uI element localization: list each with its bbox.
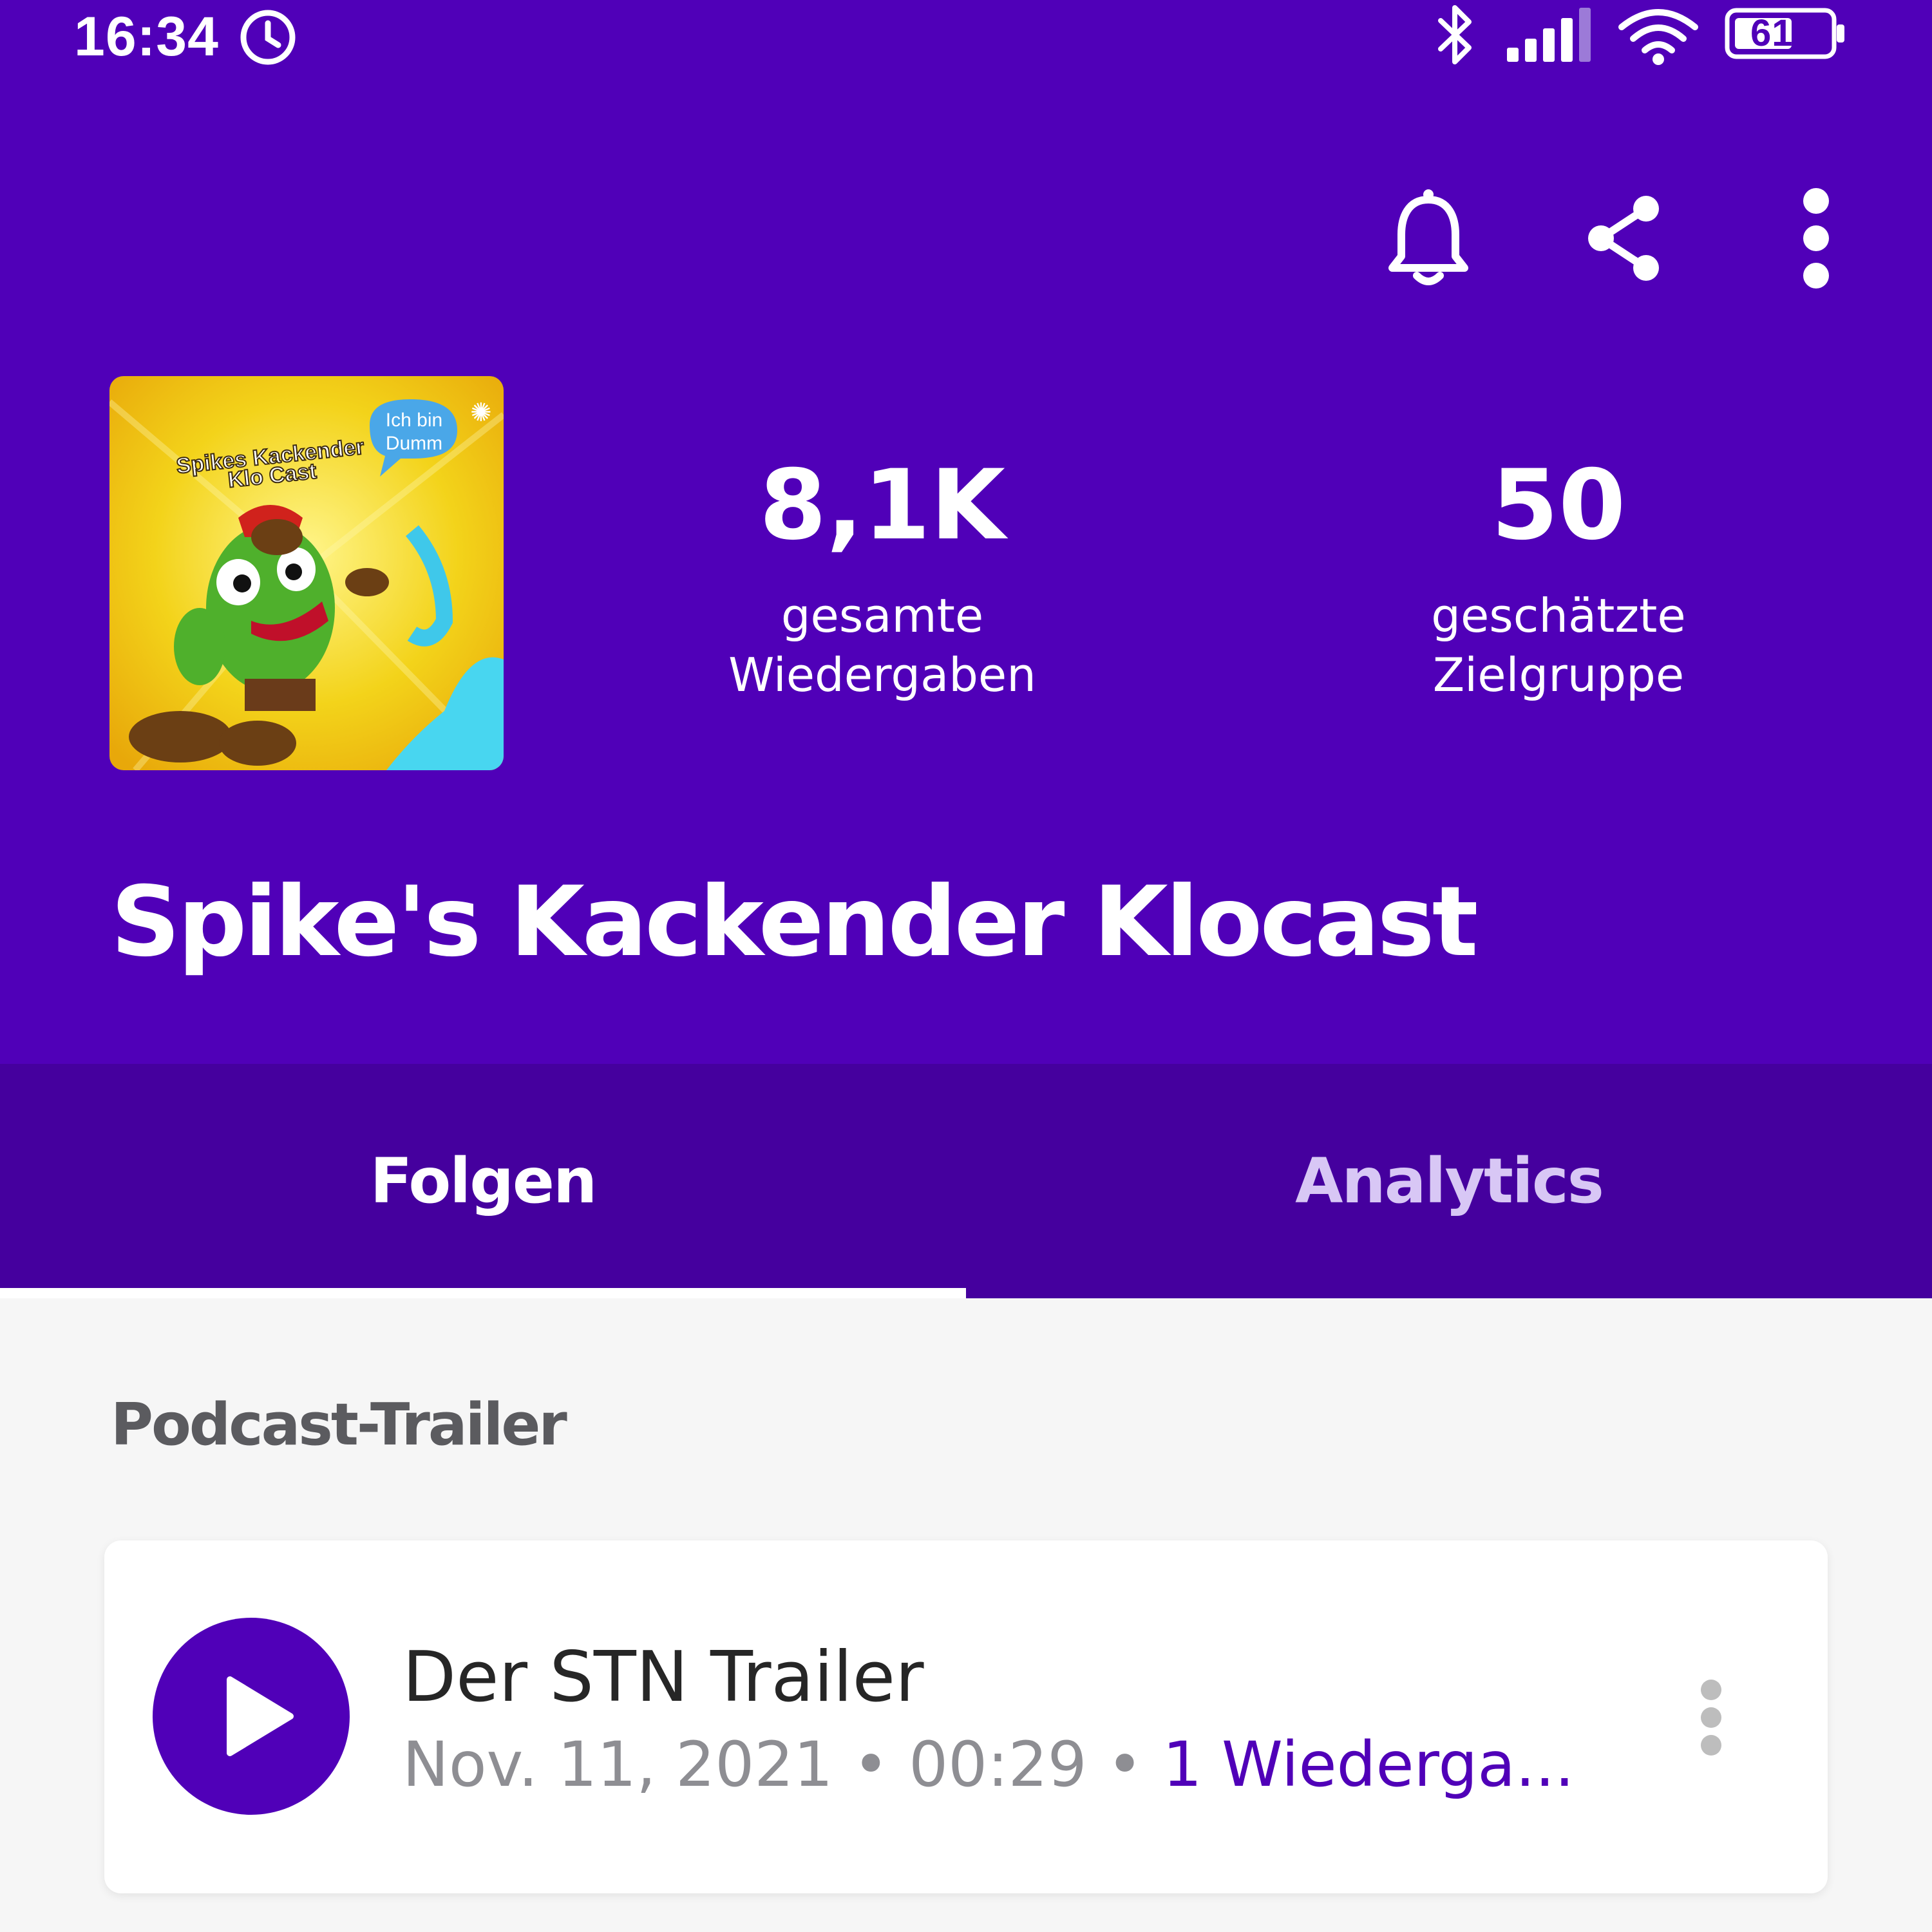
meta-separator: • — [1086, 1728, 1163, 1801]
cover-logo-icon: ✺ — [470, 398, 492, 428]
active-tab-indicator — [0, 1288, 966, 1298]
audience-value: 50 — [1491, 450, 1626, 562]
bell-icon[interactable] — [1383, 187, 1473, 290]
battery-level: 61 — [1750, 12, 1794, 54]
alarm-icon — [240, 10, 296, 65]
audience-label-line-2: Zielgruppe — [1432, 648, 1685, 702]
tab-bar: Folgen Analytics — [0, 1064, 1932, 1298]
more-vert-icon[interactable] — [1797, 187, 1835, 290]
episode-more-icon[interactable] — [1685, 1676, 1737, 1759]
tab-analytics[interactable]: Analytics — [966, 1064, 1932, 1298]
episode-meta: Nov. 11, 2021 • 00:29 • 1 Wiederga... — [402, 1728, 1575, 1801]
episode-date: Nov. 11, 2021 — [402, 1728, 833, 1801]
status-bar: 16:34 61 — [0, 0, 1932, 71]
audience-label-line-1: geschätzte — [1431, 589, 1686, 643]
status-time: 16:34 — [74, 6, 219, 68]
total-plays-label-line-2: Wiedergaben — [728, 648, 1036, 702]
episode-plays: 1 Wiederga... — [1162, 1728, 1575, 1801]
episode-card[interactable]: Der STN Trailer Nov. 11, 2021 • 00:29 • … — [104, 1540, 1828, 1893]
signal-icon — [1507, 8, 1591, 62]
play-button[interactable] — [153, 1618, 350, 1815]
total-plays-label-line-1: gesamte — [781, 589, 984, 643]
cover-text-bubble-2: Dumm — [386, 433, 442, 454]
section-heading-trailer: Podcast-Trailer — [111, 1391, 567, 1459]
total-plays-label: gesamte Wiedergaben — [663, 586, 1101, 705]
share-icon[interactable] — [1582, 193, 1665, 283]
stat-estimated-audience: 50 geschätzte Zielgruppe — [1340, 457, 1777, 705]
stat-total-plays: 8,1K gesamte Wiedergaben — [663, 457, 1101, 705]
podcast-cover-art: Ich bin Dumm Spikes Kackender Klo Cast ✺ — [109, 376, 504, 770]
podcast-header: 16:34 61 Ich bin Dumm Spikes Kackender K… — [0, 0, 1932, 1064]
total-plays-value: 8,1K — [759, 450, 1005, 562]
tab-folgen[interactable]: Folgen — [0, 1064, 966, 1298]
cover-text-bubble-1: Ich bin — [386, 410, 442, 431]
episode-duration: 00:29 — [909, 1728, 1087, 1801]
wifi-icon — [1618, 9, 1698, 65]
bluetooth-icon — [1438, 5, 1472, 64]
audience-label: geschätzte Zielgruppe — [1340, 586, 1777, 705]
meta-separator: • — [833, 1728, 909, 1801]
podcast-title: Spike's Kackender Klocast — [111, 866, 1478, 978]
play-icon — [227, 1676, 294, 1756]
episode-title: Der STN Trailer — [402, 1637, 924, 1718]
